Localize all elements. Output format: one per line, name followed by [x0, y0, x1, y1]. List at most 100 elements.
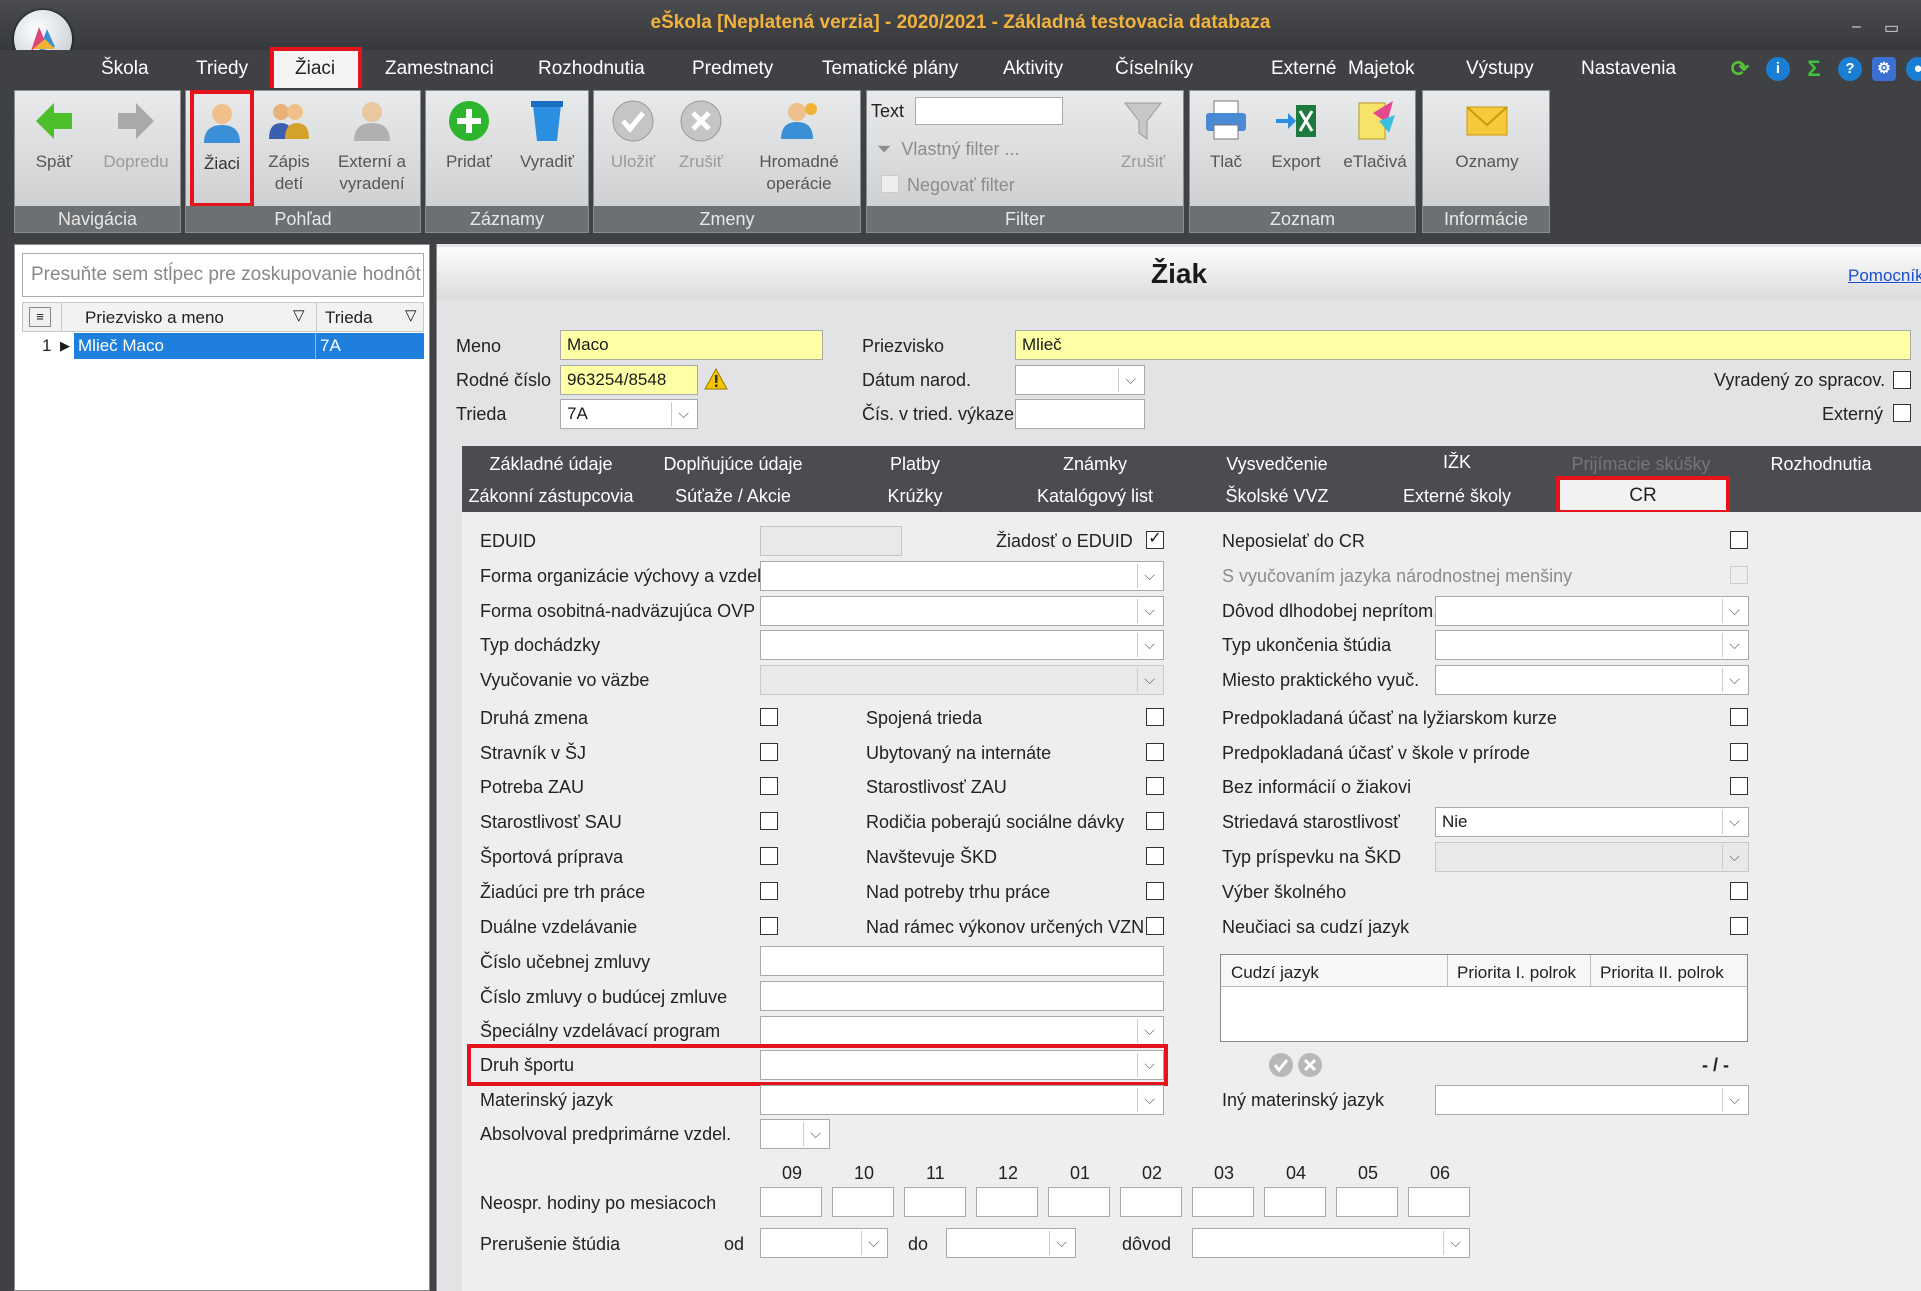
typ-dochadzky-select[interactable]: ⌵ [760, 630, 1164, 660]
tab-zakonni-zastupcovia[interactable]: Zákonní zástupcovia [462, 486, 640, 507]
starostlivost-zau-checkbox[interactable] [1146, 777, 1164, 795]
bulk-operations-button[interactable]: Hromadné operácie [740, 99, 858, 195]
hours-input-11[interactable] [904, 1187, 966, 1217]
prerusenie-do-select[interactable]: ⌵ [946, 1228, 1076, 1258]
nad-potreby-checkbox[interactable] [1146, 882, 1164, 900]
menu-ziaci[interactable]: Žiaci [295, 58, 335, 80]
cislo-zmluvy-input[interactable] [760, 981, 1164, 1011]
hours-input-09[interactable] [760, 1187, 822, 1217]
tab-skolske-vvz[interactable]: Školské VVZ [1188, 486, 1366, 507]
hours-input-05[interactable] [1336, 1187, 1398, 1217]
negate-filter-checkbox[interactable] [881, 175, 899, 193]
dualne-checkbox[interactable] [760, 917, 778, 935]
lyziarsky-kurz-checkbox[interactable] [1730, 708, 1748, 726]
cislo-vykaz-input[interactable] [1015, 399, 1145, 429]
refresh-icon[interactable]: ⟳ [1728, 57, 1752, 81]
striedava-select[interactable]: Nie ⌵ [1435, 807, 1749, 837]
druha-zmena-checkbox[interactable] [760, 708, 778, 726]
potreba-zau-checkbox[interactable] [760, 777, 778, 795]
ziadost-eduid-checkbox[interactable]: ✓ [1146, 531, 1164, 549]
datum-narodenia-select[interactable]: ⌵ [1015, 365, 1145, 395]
export-button[interactable]: Export [1258, 99, 1334, 173]
menu-tematicke-plany[interactable]: Tematické plány [822, 58, 958, 80]
lang-col-priorita2[interactable]: Priorita II. polrok [1600, 963, 1724, 983]
tab-rozhodnutia[interactable]: Rozhodnutia [1732, 454, 1910, 475]
clear-filter-button[interactable]: Zrušiť [1105, 99, 1181, 173]
table-row[interactable]: 1 ▶ Mlieč Maco 7A [22, 333, 424, 359]
column-name-header[interactable]: Priezvisko a meno [85, 308, 224, 328]
menu-skola[interactable]: Škola [101, 58, 149, 80]
hours-input-03[interactable] [1192, 1187, 1254, 1217]
lang-confirm-icon[interactable] [1268, 1052, 1294, 1083]
hours-input-01[interactable] [1048, 1187, 1110, 1217]
druh-sportu-select[interactable]: ⌵ [760, 1050, 1164, 1080]
tab-prijimacie-skusky[interactable]: Prijímacie skúšky [1552, 454, 1730, 475]
tab-externe-skoly[interactable]: Externé školy [1368, 486, 1546, 507]
tab-znamky[interactable]: Známky [1006, 454, 1184, 475]
ziaci-view-button[interactable]: Žiaci [190, 90, 254, 207]
iny-materinsky-select[interactable]: ⌵ [1435, 1085, 1749, 1115]
dovod-neprit-select[interactable]: ⌵ [1435, 596, 1749, 626]
hours-input-06[interactable] [1408, 1187, 1470, 1217]
group-by-area[interactable]: Presuňte sem stĺpec pre zoskupovanie hod… [22, 253, 424, 297]
bez-informacii-checkbox[interactable] [1730, 777, 1748, 795]
class-filter-icon[interactable]: ▽ [405, 306, 417, 324]
hours-input-12[interactable] [976, 1187, 1038, 1217]
help-link[interactable]: Pomocník [1848, 266, 1921, 286]
lang-col-priorita1[interactable]: Priorita I. polrok [1457, 963, 1576, 983]
custom-filter-button[interactable]: ⏷ Vlastný filter ... [877, 139, 1019, 160]
typ-ukoncenia-select[interactable]: ⌵ [1435, 630, 1749, 660]
name-filter-icon[interactable]: ▽ [293, 306, 305, 324]
column-class-header[interactable]: Trieda [325, 308, 373, 328]
externy-checkbox[interactable] [1893, 404, 1911, 422]
tab-cr[interactable]: CR [1556, 476, 1730, 514]
menu-vystupy[interactable]: Výstupy [1466, 58, 1534, 80]
starostlivost-sau-checkbox[interactable] [760, 812, 778, 830]
nad-ramec-checkbox[interactable] [1146, 917, 1164, 935]
menu-rozhodnutia[interactable]: Rozhodnutia [538, 58, 645, 80]
menu-externe[interactable]: Externé [1271, 58, 1336, 80]
forward-button[interactable]: Dopredu [95, 99, 177, 173]
info-icon[interactable]: i [1766, 57, 1790, 81]
tab-kruzky[interactable]: Krúžky [826, 486, 1004, 507]
neposielat-cr-checkbox[interactable] [1730, 531, 1748, 549]
menu-triedy[interactable]: Triedy [196, 58, 248, 80]
forma-organizacie-select[interactable]: ⌵ [760, 561, 1164, 591]
forma-osobitna-select[interactable]: ⌵ [760, 596, 1164, 626]
skola-v-prirode-checkbox[interactable] [1730, 743, 1748, 761]
menu-majetok[interactable]: Majetok [1348, 58, 1415, 80]
help-icon[interactable]: ? [1838, 57, 1862, 81]
navstevuje-skd-checkbox[interactable] [1146, 847, 1164, 865]
lang-col-jazyk[interactable]: Cudzí jazyk [1231, 963, 1319, 983]
socialne-davky-checkbox[interactable] [1146, 812, 1164, 830]
maximize-icon[interactable]: ▭ [1884, 18, 1899, 38]
zapis-deti-button[interactable]: Zápis detí [254, 99, 324, 195]
tab-zakladne-udaje[interactable]: Základné údaje [462, 454, 640, 475]
neuciaci-jazyk-checkbox[interactable] [1730, 917, 1748, 935]
vyber-skolneho-checkbox[interactable] [1730, 882, 1748, 900]
ubytovany-checkbox[interactable] [1146, 743, 1164, 761]
materinsky-jazyk-select[interactable]: ⌵ [760, 1085, 1164, 1115]
hours-input-10[interactable] [832, 1187, 894, 1217]
remove-button[interactable]: Vyradiť [508, 99, 586, 173]
print-button[interactable]: Tlač [1194, 99, 1258, 173]
tools-icon[interactable]: ⚙ [1872, 57, 1896, 81]
prerusenie-od-select[interactable]: ⌵ [760, 1228, 888, 1258]
menu-zamestnanci[interactable]: Zamestnanci [385, 58, 494, 80]
stravnik-checkbox[interactable] [760, 743, 778, 761]
hours-input-04[interactable] [1264, 1187, 1326, 1217]
prerusenie-dovod-select[interactable]: ⌵ [1192, 1228, 1470, 1258]
hours-input-02[interactable] [1120, 1187, 1182, 1217]
priezvisko-input[interactable]: Mlieč [1015, 330, 1911, 360]
tab-izk[interactable]: IŽK [1368, 452, 1546, 473]
tab-platby[interactable]: Platby [826, 454, 1004, 475]
sportova-priprava-checkbox[interactable] [760, 847, 778, 865]
externi-vyradeni-button[interactable]: Externí a vyradení [326, 99, 418, 195]
notices-button[interactable]: Oznamy [1431, 99, 1543, 173]
add-button[interactable]: Pridať [432, 99, 506, 173]
eprint-button[interactable]: eTlačivá [1336, 99, 1414, 173]
menu-nastavenia[interactable]: Nastavenia [1581, 58, 1676, 80]
tab-vysvedcenie[interactable]: Vysvedčenie [1188, 454, 1366, 475]
back-button[interactable]: Späť [19, 99, 89, 173]
sum-icon[interactable]: Σ [1802, 57, 1826, 81]
